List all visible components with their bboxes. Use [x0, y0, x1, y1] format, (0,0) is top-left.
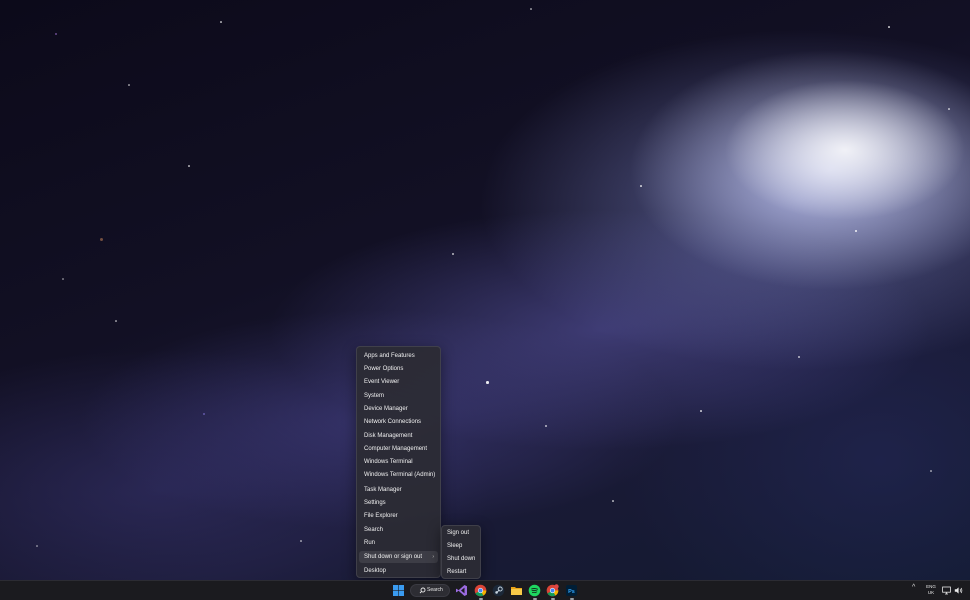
- star: [545, 425, 547, 427]
- star: [128, 84, 130, 86]
- menu-item-event-viewer[interactable]: Event Viewer: [359, 376, 438, 388]
- windows-start-icon[interactable]: [392, 584, 405, 597]
- star: [855, 230, 857, 232]
- volume-icon[interactable]: [954, 586, 963, 595]
- star: [62, 278, 64, 280]
- menu-item-label: Settings: [364, 500, 386, 506]
- spotify-icon[interactable]: [528, 584, 541, 597]
- submenu-item-restart[interactable]: Restart: [443, 566, 479, 578]
- menu-item-label: Windows Terminal: [364, 459, 413, 465]
- taskbar: Search Ps ^ ENG UK: [0, 580, 970, 600]
- star: [930, 470, 932, 472]
- chrome-profile-icon[interactable]: [546, 584, 559, 597]
- star: [55, 33, 57, 35]
- star: [798, 356, 800, 358]
- menu-item-shut-down-or-sign-out[interactable]: Shut down or sign out ›: [359, 551, 438, 563]
- menu-item-label: Disk Management: [364, 433, 413, 439]
- star: [948, 108, 950, 110]
- star: [888, 26, 890, 28]
- star: [203, 413, 205, 415]
- star: [220, 21, 222, 23]
- menu-item-task-manager[interactable]: Task Manager: [359, 484, 438, 496]
- menu-item-label: Run: [364, 540, 376, 546]
- star: [452, 253, 454, 255]
- star: [486, 381, 489, 384]
- star: [36, 545, 38, 547]
- visual-studio-icon[interactable]: [455, 584, 468, 597]
- running-indicator: [478, 598, 483, 600]
- menu-item-label: Desktop: [364, 568, 387, 574]
- menu-item-system[interactable]: System: [359, 390, 438, 402]
- menu-item-label: Windows Terminal (Admin): [364, 472, 436, 478]
- show-hidden-icons-chevron-icon[interactable]: ^: [912, 584, 915, 591]
- file-explorer-icon[interactable]: [510, 584, 523, 597]
- chrome-icon[interactable]: [474, 584, 487, 597]
- menu-item-power-options[interactable]: Power Options: [359, 363, 438, 375]
- menu-item-label: Network Connections: [364, 419, 422, 425]
- menu-item-windows-terminal[interactable]: Windows Terminal: [359, 456, 438, 468]
- quick-link-menu: Apps and Features Power Options Event Vi…: [356, 346, 441, 578]
- menu-item-label: Apps and Features: [364, 353, 415, 359]
- desktop-wallpaper[interactable]: [0, 0, 970, 580]
- menu-item-label: Task Manager: [364, 487, 402, 493]
- submenu-item-sleep[interactable]: Sleep: [443, 540, 479, 552]
- menu-item-label: Search: [364, 527, 384, 533]
- photoshop-icon[interactable]: Ps: [565, 584, 578, 597]
- menu-item-device-manager[interactable]: Device Manager: [359, 403, 438, 415]
- system-tray: ^ ENG UK: [910, 581, 970, 600]
- svg-text:Ps: Ps: [568, 589, 575, 595]
- star: [188, 165, 190, 167]
- menu-item-settings[interactable]: Settings: [359, 497, 438, 509]
- star: [300, 540, 302, 542]
- submenu-item-sign-out[interactable]: Sign out: [443, 527, 479, 539]
- network-icon[interactable]: [942, 586, 951, 595]
- menu-item-windows-terminal-admin[interactable]: Windows Terminal (Admin): [359, 469, 438, 481]
- menu-item-file-explorer[interactable]: File Explorer: [359, 510, 438, 522]
- steam-icon[interactable]: [492, 584, 505, 597]
- menu-item-label: Event Viewer: [364, 379, 400, 385]
- menu-item-search[interactable]: Search: [359, 524, 438, 536]
- submenu-item-label: Restart: [447, 569, 467, 575]
- menu-item-label: System: [364, 393, 385, 399]
- star: [640, 185, 642, 187]
- submenu-item-label: Shut down: [447, 556, 476, 562]
- menu-item-run[interactable]: Run: [359, 537, 438, 549]
- running-indicator: [569, 598, 574, 600]
- running-indicator: [532, 598, 537, 600]
- menu-item-label: Power Options: [364, 366, 404, 372]
- menu-item-label: File Explorer: [364, 513, 398, 519]
- star: [115, 320, 117, 322]
- taskbar-search-box[interactable]: Search: [410, 584, 450, 597]
- search-icon: [419, 587, 426, 594]
- submenu-item-shut-down[interactable]: Shut down: [443, 553, 479, 565]
- menu-item-desktop[interactable]: Desktop: [359, 565, 438, 577]
- star: [100, 238, 103, 241]
- menu-item-label: Shut down or sign out: [364, 554, 423, 560]
- star: [530, 8, 532, 10]
- menu-item-label: Device Manager: [364, 406, 408, 412]
- star: [612, 500, 614, 502]
- menu-item-disk-management[interactable]: Disk Management: [359, 430, 438, 442]
- shutdown-submenu: Sign out Sleep Shut down Restart: [441, 525, 481, 579]
- submenu-item-label: Sign out: [447, 530, 470, 536]
- chevron-right-icon: ›: [432, 554, 434, 560]
- menu-item-apps-and-features[interactable]: Apps and Features: [359, 350, 438, 362]
- search-label: Search: [427, 587, 443, 593]
- region-code: UK: [927, 590, 935, 595]
- menu-item-label: Computer Management: [364, 446, 428, 452]
- menu-item-computer-management[interactable]: Computer Management: [359, 443, 438, 455]
- submenu-item-label: Sleep: [447, 543, 463, 549]
- menu-item-network-connections[interactable]: Network Connections: [359, 416, 438, 428]
- running-indicator: [550, 598, 555, 600]
- input-language-indicator[interactable]: ENG UK: [924, 584, 938, 596]
- star: [700, 410, 702, 412]
